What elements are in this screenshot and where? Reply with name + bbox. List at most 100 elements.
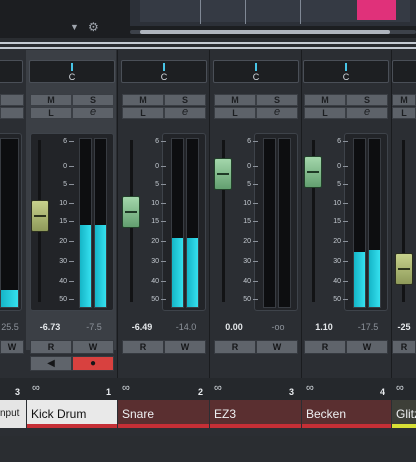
fader-value[interactable]: -25	[392, 322, 416, 332]
meter-fill	[187, 238, 198, 307]
channel-name[interactable]: Glitz	[392, 400, 416, 428]
channel-name[interactable]: Snare	[118, 400, 209, 428]
peak-value[interactable]: -7.5	[74, 322, 114, 332]
listen-button[interactable]: L	[122, 107, 164, 119]
channel-name-selected[interactable]: Kick Drum	[27, 400, 117, 428]
volume-fader[interactable]	[395, 253, 413, 285]
channel-strip-left-partial: 25.5 W	[0, 50, 25, 354]
scale-tick: 20	[333, 238, 348, 246]
write-button[interactable]: W	[256, 340, 298, 354]
scrollbar-thumb[interactable]	[140, 30, 390, 34]
pan-control[interactable]	[392, 60, 416, 83]
peak-value[interactable]: -oo	[258, 322, 298, 332]
scale-tick: 6	[155, 138, 166, 146]
read-button[interactable]: R	[304, 340, 346, 354]
fader-scale: 6 0 5 10 15 20 30 40 50	[320, 138, 348, 308]
listen-button[interactable]: L	[30, 107, 72, 119]
link-icon[interactable]: ∞	[122, 383, 136, 394]
channel-name[interactable]: EZ3	[210, 400, 301, 428]
mute-button[interactable]: M	[392, 94, 416, 106]
pan-control[interactable]	[0, 60, 23, 83]
channel-strip-snare: C M S L e 6 0 5 10 15 20 30 40 50 -6.49 -14.0 R …	[118, 50, 208, 354]
pan-control[interactable]: C	[213, 60, 299, 83]
level-meter	[0, 138, 19, 308]
mixer-footer	[0, 436, 416, 462]
link-icon[interactable]: ∞	[396, 383, 410, 394]
link-icon[interactable]: ∞	[306, 383, 320, 394]
scale-tick: 20	[151, 238, 166, 246]
solo-button[interactable]: S	[72, 94, 114, 106]
channel-name[interactable]: Becken	[302, 400, 391, 428]
solo-button[interactable]	[0, 94, 24, 106]
pan-label: C	[342, 72, 350, 82]
peak-value: 25.5	[1, 322, 19, 332]
scale-tick: 5	[337, 181, 348, 189]
fader-scale: 6 0 5 10 15 20 30 40 50	[138, 138, 166, 308]
read-button[interactable]: R	[122, 340, 164, 354]
scale-tick: 40	[59, 278, 74, 286]
scale-tick: 15	[151, 218, 166, 226]
scale-tick: 0	[63, 163, 74, 171]
edit-button[interactable]: e	[346, 107, 388, 119]
channel-number: 3	[289, 387, 295, 397]
peak-value[interactable]: -14.0	[166, 322, 206, 332]
scale-tick: 50	[243, 296, 258, 304]
edit-button[interactable]: e	[72, 107, 114, 119]
gear-icon[interactable]: ⚙	[88, 21, 102, 33]
monitor-button[interactable]: ◀	[30, 356, 72, 371]
level-meter-left	[79, 138, 92, 308]
scale-tick: 15	[333, 218, 348, 226]
fader-value[interactable]: -6.73	[30, 322, 70, 332]
meter-fill	[95, 224, 106, 307]
listen-button[interactable]: L	[392, 107, 416, 119]
mute-button[interactable]: M	[304, 94, 346, 106]
scale-tick: 50	[333, 296, 348, 304]
pan-label: C	[68, 72, 76, 82]
scale-tick: 30	[59, 258, 74, 266]
channel-strip-ez3: C M S L e 6 0 5 10 15 20 30 40 50 0.00 -oo R W	[210, 50, 300, 354]
write-button[interactable]: W	[164, 340, 206, 354]
listen-button[interactable]: L	[304, 107, 346, 119]
midi-event[interactable]	[357, 0, 396, 20]
peak-value[interactable]: -17.5	[348, 322, 388, 332]
edit-button[interactable]: e	[256, 107, 298, 119]
scale-tick: 15	[243, 218, 258, 226]
scale-tick: 10	[151, 200, 166, 208]
write-button[interactable]: W	[0, 340, 24, 354]
solo-button[interactable]: S	[346, 94, 388, 106]
channel-name[interactable]: nput 1	[0, 400, 26, 447]
channel-strip-becken: C M S L e 6 0 5 10 15 20 30 40 50 1.10 -17.5 R W	[302, 50, 390, 354]
read-button[interactable]: R	[214, 340, 256, 354]
scale-tick: 10	[333, 200, 348, 208]
listen-button[interactable]: L	[214, 107, 256, 119]
write-button[interactable]: W	[72, 340, 114, 354]
mute-button[interactable]: M	[214, 94, 256, 106]
scale-tick: 40	[333, 278, 348, 286]
link-icon[interactable]: ∞	[214, 383, 228, 394]
dropdown-arrow-icon[interactable]: ▼	[70, 22, 80, 32]
read-button[interactable]: R	[392, 340, 416, 354]
read-button[interactable]: R	[30, 340, 72, 354]
fader-value[interactable]: 0.00	[214, 322, 254, 332]
pan-control[interactable]: C	[303, 60, 389, 83]
level-meter-left	[171, 138, 184, 308]
fader-value[interactable]: -6.49	[122, 322, 162, 332]
scale-tick: 40	[243, 278, 258, 286]
record-enable-button[interactable]: ●	[72, 356, 114, 371]
solo-button[interactable]: S	[256, 94, 298, 106]
scale-tick: 30	[333, 258, 348, 266]
write-button[interactable]: W	[346, 340, 388, 354]
channel-info-bar	[0, 378, 416, 400]
fader-scale: 6 0 5 10 15 20 30 40 50	[46, 138, 74, 308]
fader-value[interactable]: 1.10	[304, 322, 344, 332]
solo-button[interactable]: S	[164, 94, 206, 106]
edit-button[interactable]: e	[164, 107, 206, 119]
scale-tick: 6	[63, 138, 74, 146]
pan-control[interactable]: C	[29, 60, 115, 83]
scale-tick: 5	[247, 181, 258, 189]
pan-control[interactable]: C	[121, 60, 207, 83]
mute-button[interactable]: M	[30, 94, 72, 106]
mute-button[interactable]: M	[122, 94, 164, 106]
link-icon[interactable]: ∞	[32, 383, 46, 394]
edit-button[interactable]	[0, 107, 24, 119]
